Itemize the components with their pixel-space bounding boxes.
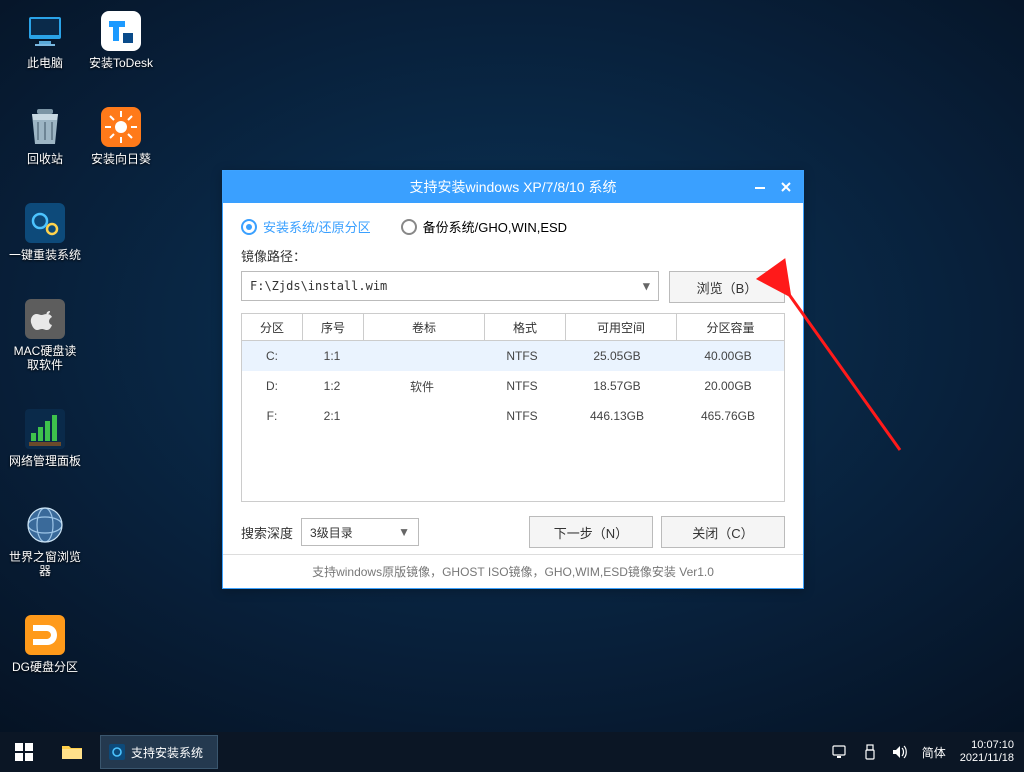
windows-icon [15, 743, 33, 761]
folder-icon [61, 743, 83, 761]
tray-usb-icon[interactable] [862, 744, 878, 760]
table-row[interactable]: D: 1:2 软件 NTFS 18.57GB 20.00GB [242, 371, 784, 401]
desktop-icon-theworld-browser[interactable]: 世界之窗浏览器 [8, 504, 82, 578]
table-body[interactable]: C: 1:1 NTFS 25.05GB 40.00GB D: 1:2 软件 NT… [242, 341, 784, 501]
desktop-icon-network-panel[interactable]: 网络管理面板 [8, 408, 82, 468]
installer-dialog: 支持安装windows XP/7/8/10 系统 安装系统/还原分区 备份系统/… [222, 170, 804, 589]
minimize-icon [754, 181, 766, 193]
desktop-icon-reinstall[interactable]: 一键重装系统 [8, 202, 82, 262]
taskbar: 支持安装系统 简体 10:07:10 2021/11/18 [0, 732, 1024, 772]
dialog-footer: 支持windows原版镜像，GHOST ISO镜像，GHO,WIM,ESD镜像安… [223, 554, 803, 588]
taskbar-task-installer[interactable]: 支持安装系统 [100, 735, 218, 769]
radio-backup[interactable]: 备份系统/GHO,WIN,ESD [401, 217, 567, 236]
tray-ime[interactable]: 简体 [922, 744, 946, 761]
th-free: 可用空间 [566, 314, 677, 340]
desktop-icon-label: 世界之窗浏览器 [8, 550, 82, 578]
image-path-value: F:\Zjds\install.wim [250, 279, 387, 293]
desktop-icon-sunlogin[interactable]: 安装向日葵 [84, 106, 158, 166]
desktop-icon-diskgenius[interactable]: DG硬盘分区 [8, 614, 82, 674]
close-button[interactable] [773, 171, 799, 203]
tray-date: 2021/11/18 [960, 752, 1014, 765]
desktop-icon-label: DG硬盘分区 [12, 660, 78, 674]
taskbar-explorer-button[interactable] [48, 732, 96, 772]
th-partition: 分区 [242, 314, 303, 340]
sunflower-icon [100, 106, 142, 148]
trash-icon [24, 106, 66, 148]
desktop-icon-label: MAC硬盘读取软件 [8, 344, 82, 372]
close-dialog-button[interactable]: 关闭（C） [661, 516, 785, 548]
radio-install[interactable]: 安装系统/还原分区 [241, 217, 371, 236]
close-icon [780, 181, 792, 193]
table-row[interactable]: F: 2:1 NTFS 446.13GB 465.76GB [242, 401, 784, 431]
radio-dot-icon [241, 219, 257, 235]
th-format: 格式 [485, 314, 566, 340]
desktop-icon-label: 安装ToDesk [89, 56, 153, 70]
mode-radios: 安装系统/还原分区 备份系统/GHO,WIN,ESD [241, 217, 785, 236]
chevron-down-icon: ▼ [398, 525, 410, 539]
chevron-down-icon: ▼ [643, 279, 650, 293]
monitor-icon [24, 10, 66, 52]
tray-volume-icon[interactable] [892, 744, 908, 760]
dialog-titlebar[interactable]: 支持安装windows XP/7/8/10 系统 [223, 171, 803, 203]
tray-network-icon[interactable] [832, 744, 848, 760]
partition-table: 分区 序号 卷标 格式 可用空间 分区容量 C: 1:1 NTFS 25.05G… [241, 313, 785, 502]
browse-button[interactable]: 浏览（B） [669, 271, 785, 303]
network-bars-icon [24, 408, 66, 450]
table-header: 分区 序号 卷标 格式 可用空间 分区容量 [242, 314, 784, 341]
search-depth-select[interactable]: 3级目录 ▼ [301, 518, 419, 546]
radio-label: 安装系统/还原分区 [263, 217, 371, 236]
desktop-icon-label: 一键重装系统 [9, 248, 81, 262]
dialog-title: 支持安装windows XP/7/8/10 系统 [410, 177, 617, 197]
tray-time: 10:07:10 [960, 739, 1014, 752]
th-size: 分区容量 [677, 314, 784, 340]
desktop-icon-recycle-bin[interactable]: 回收站 [8, 106, 82, 166]
diskgenius-icon [24, 614, 66, 656]
todesk-icon [100, 10, 142, 52]
table-row[interactable]: C: 1:1 NTFS 25.05GB 40.00GB [242, 341, 784, 371]
radio-label: 备份系统/GHO,WIN,ESD [423, 217, 567, 236]
desktop-icon-label: 网络管理面板 [9, 454, 81, 468]
gears-icon [24, 202, 66, 244]
apple-disk-icon [24, 298, 66, 340]
next-button[interactable]: 下一步（N） [529, 516, 653, 548]
desktop-icon-this-pc[interactable]: 此电脑 [8, 10, 82, 70]
th-index: 序号 [303, 314, 364, 340]
desktop-icon-label: 安装向日葵 [91, 152, 151, 166]
dialog-bottom-row: 搜索深度 3级目录 ▼ 下一步（N） 关闭（C） [241, 516, 785, 548]
desktop-icon-label: 回收站 [27, 152, 63, 166]
desktop-icon-label: 此电脑 [27, 56, 63, 70]
image-path-dropdown[interactable]: F:\Zjds\install.wim ▼ [241, 271, 659, 301]
th-label: 卷标 [364, 314, 485, 340]
desktop: 此电脑 安装ToDesk 回收站 安装向日葵 一键重装系统 MAC硬盘读取软件 [0, 0, 1024, 732]
search-depth-label: 搜索深度 [241, 523, 293, 542]
image-path-label: 镜像路径： [241, 246, 785, 265]
desktop-icon-todesk[interactable]: 安装ToDesk [84, 10, 158, 70]
gear-icon [109, 744, 125, 760]
start-button[interactable] [0, 732, 48, 772]
taskbar-task-label: 支持安装系统 [131, 744, 203, 761]
globe-icon [24, 504, 66, 546]
radio-dot-icon [401, 219, 417, 235]
desktop-icon-mac-disk[interactable]: MAC硬盘读取软件 [8, 298, 82, 372]
minimize-button[interactable] [747, 171, 773, 203]
tray-clock[interactable]: 10:07:10 2021/11/18 [960, 739, 1014, 765]
